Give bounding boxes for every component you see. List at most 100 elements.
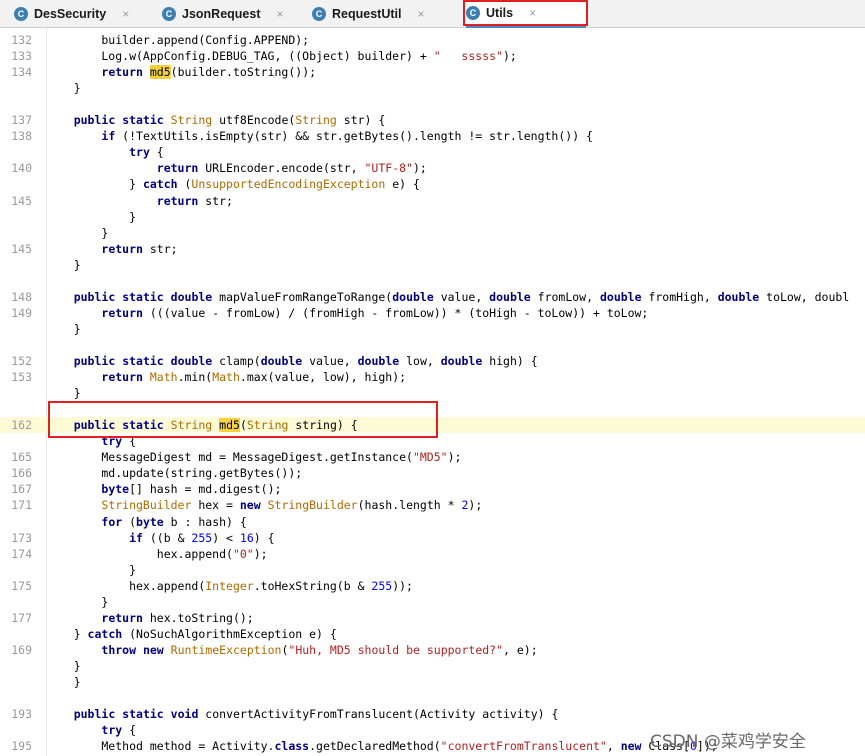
md5-method-highlight-box xyxy=(48,401,438,438)
code-text: try { xyxy=(129,145,164,160)
code-text: return str; xyxy=(101,241,178,256)
tab-dessecurity[interactable]: C DesSecurity × xyxy=(14,0,154,28)
code-line[interactable]: 173 if ((b & 255) < 16) { xyxy=(0,530,865,546)
line-number: 193 xyxy=(11,707,32,722)
line-number: 148 xyxy=(11,289,32,304)
code-line[interactable] xyxy=(0,337,865,353)
code-text: md.update(string.getBytes()); xyxy=(46,466,303,481)
active-tab-highlight-box xyxy=(463,0,588,26)
code-line[interactable]: 145 return str; xyxy=(0,193,865,209)
code-line[interactable]: } catch (UnsupportedEncodingException e)… xyxy=(0,176,865,192)
code-text: } xyxy=(46,562,137,577)
line-number: 173 xyxy=(11,530,32,545)
editor-tab-bar: C DesSecurity × C JsonRequest × C RequestUtil × C… xyxy=(0,0,865,28)
code-line[interactable]: } xyxy=(0,225,865,241)
code-text: } xyxy=(46,658,81,673)
code-text: return md5(builder.toString()); xyxy=(101,65,317,80)
code-text: } catch (UnsupportedEncodingException e)… xyxy=(46,177,420,192)
code-line[interactable]: 134 return md5(builder.toString()); xyxy=(0,64,865,80)
code-text: } xyxy=(46,675,81,689)
class-icon: C xyxy=(162,7,176,21)
code-line[interactable]: 165 MessageDigest md = MessageDigest.get… xyxy=(0,449,865,465)
code-text: hex.append(Integer.toHexString(b & 255))… xyxy=(46,578,413,593)
code-line[interactable]: } xyxy=(0,562,865,578)
code-line[interactable]: try { xyxy=(0,144,865,160)
code-line[interactable]: 138 if (!TextUtils.isEmpty(str) && str.g… xyxy=(0,128,865,144)
tab-label: RequestUtil xyxy=(332,7,402,21)
line-number: 140 xyxy=(11,161,32,176)
code-line[interactable]: for (byte b : hash) { xyxy=(0,514,865,530)
code-line[interactable]: 193 public static void convertActivityFr… xyxy=(0,706,865,722)
code-line[interactable]: } xyxy=(0,321,865,337)
code-line[interactable]: } xyxy=(0,209,865,225)
code-line[interactable]: 132 builder.append(Config.APPEND); xyxy=(0,32,865,48)
line-number: 162 xyxy=(11,418,32,433)
code-text: } xyxy=(46,209,137,224)
code-text: if ((b & 255) < 16) { xyxy=(129,530,275,545)
code-line[interactable]: 175 hex.append(Integer.toHexString(b & 2… xyxy=(0,578,865,594)
line-number: 132 xyxy=(11,33,32,47)
code-line[interactable] xyxy=(0,96,865,112)
code-text: hex.append("0"); xyxy=(46,546,268,561)
code-text: if (!TextUtils.isEmpty(str) && str.getBy… xyxy=(101,129,593,144)
code-line[interactable]: 166 md.update(string.getBytes()); xyxy=(0,465,865,481)
code-line[interactable]: 140 return URLEncoder.encode(str, "UTF-8… xyxy=(0,160,865,176)
code-editor[interactable]: 132 builder.append(Config.APPEND); 133 Lo… xyxy=(0,28,865,756)
code-text: return hex.toString(); xyxy=(101,610,254,625)
tab-requestutil[interactable]: C RequestUtil × xyxy=(312,0,454,28)
code-line[interactable]: } xyxy=(0,674,865,690)
code-text: public static String utf8Encode(String s… xyxy=(73,113,386,128)
code-text: } xyxy=(46,225,109,240)
code-line[interactable]: } xyxy=(0,80,865,96)
code-line[interactable]: } xyxy=(0,257,865,273)
line-number: 171 xyxy=(11,498,32,513)
code-line[interactable]: 133 Log.w(AppConfig.DEBUG_TAG, ((Object)… xyxy=(0,48,865,64)
code-text: } catch (NoSuchAlgorithmException e) { xyxy=(46,626,337,641)
tab-label: JsonRequest xyxy=(182,7,261,21)
line-number: 149 xyxy=(11,305,32,320)
code-line[interactable]: 145 return str; xyxy=(0,241,865,257)
code-line[interactable]: } xyxy=(0,658,865,674)
line-number: 145 xyxy=(11,241,32,256)
code-line[interactable]: 174 hex.append("0"); xyxy=(0,546,865,562)
code-line[interactable]: 153 return Math.min(Math.max(value, low)… xyxy=(0,369,865,385)
code-line[interactable]: 149 return (((value - fromLow) / (fromHi… xyxy=(0,305,865,321)
code-line[interactable]: 177 return hex.toString(); xyxy=(0,610,865,626)
tab-jsonrequest[interactable]: C JsonRequest × xyxy=(162,0,304,28)
close-icon[interactable]: × xyxy=(417,7,424,21)
code-line[interactable]: 137 public static String utf8Encode(Stri… xyxy=(0,112,865,128)
code-text: public static double clamp(double value,… xyxy=(73,354,538,368)
code-line[interactable]: 167 byte[] hash = md.digest(); xyxy=(0,481,865,497)
close-icon[interactable]: × xyxy=(122,7,129,21)
code-text: } xyxy=(46,321,81,336)
line-number: 134 xyxy=(11,65,32,80)
line-number: 175 xyxy=(11,578,32,593)
close-icon[interactable]: × xyxy=(277,7,284,21)
code-text: } xyxy=(46,594,109,609)
line-number: 177 xyxy=(11,610,32,625)
line-number: 133 xyxy=(11,49,32,64)
tab-label: DesSecurity xyxy=(34,7,107,21)
code-text: StringBuilder hex = new StringBuilder(ha… xyxy=(101,498,483,513)
code-line[interactable] xyxy=(0,273,865,289)
code-line[interactable]: } xyxy=(0,385,865,401)
code-line[interactable]: 148 public static double mapValueFromRan… xyxy=(0,289,865,305)
code-line[interactable]: } xyxy=(0,594,865,610)
code-line[interactable]: 152 public static double clamp(double va… xyxy=(0,353,865,369)
code-text: return str; xyxy=(156,193,233,208)
line-number: 195 xyxy=(11,739,32,754)
line-number: 152 xyxy=(11,354,32,368)
code-text: } xyxy=(46,81,81,96)
line-number: 138 xyxy=(11,129,32,144)
code-line[interactable]: 171 StringBuilder hex = new StringBuilde… xyxy=(0,497,865,513)
line-number: 174 xyxy=(11,546,32,561)
code-text: MessageDigest md = MessageDigest.getInst… xyxy=(46,450,462,465)
line-number: 167 xyxy=(11,482,32,497)
line-number: 137 xyxy=(11,113,32,128)
code-text: byte[] hash = md.digest(); xyxy=(101,482,282,497)
code-line[interactable] xyxy=(0,690,865,706)
code-line[interactable]: } catch (NoSuchAlgorithmException e) { xyxy=(0,626,865,642)
line-number: 166 xyxy=(11,466,32,481)
line-number: 153 xyxy=(11,370,32,385)
code-line[interactable]: 169 throw new RuntimeException("Huh, MD5… xyxy=(0,642,865,658)
